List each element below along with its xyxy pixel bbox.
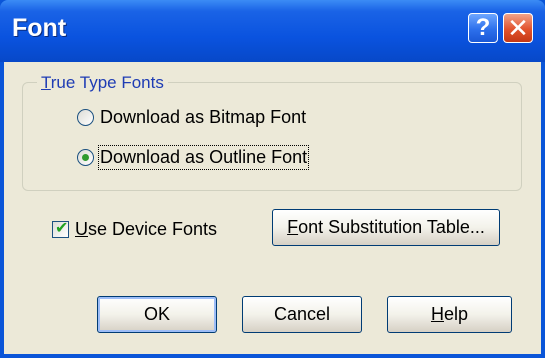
device-fonts-label-rest: se Device Fonts [88,219,218,239]
radio-bitmap-label: Download as Bitmap Font [100,107,307,127]
device-fonts-checkbox-box[interactable]: ✔ [52,220,69,238]
radio-bitmap-font[interactable]: Download as Bitmap Font [77,107,306,128]
help-mnemonic: H [430,304,444,324]
close-icon: ✕ [507,13,529,43]
device-fonts-mnemonic: U [75,219,88,239]
close-button[interactable]: ✕ [503,13,533,43]
use-device-fonts-checkbox[interactable]: ✔ Use Device Fonts [52,219,217,240]
font-dialog: Font ? ✕ True Type Fonts Download as Bit… [0,0,545,358]
substitution-label-rest: ont Substitution Table... [298,217,485,237]
legend-mnemonic: T [41,73,51,92]
font-substitution-table-button[interactable]: Font Substitution Table... [272,209,500,246]
checkmark-icon: ✔ [55,220,69,237]
help-button[interactable]: Help [387,296,512,333]
radio-outline-indicator[interactable] [77,149,94,166]
question-icon: ? [475,14,491,41]
radio-outline-label: Download as Outline Font [97,145,310,170]
title-bar[interactable]: Font ? ✕ [0,0,545,62]
dialog-body: True Type Fonts Download as Bitmap Font … [4,62,541,354]
help-label-rest: elp [443,304,469,324]
device-fonts-label: Use Device Fonts [75,219,217,240]
legend-rest: rue Type Fonts [50,73,164,92]
radio-outline-font[interactable]: Download as Outline Font [77,145,310,170]
true-type-fonts-group: True Type Fonts Download as Bitmap Font … [22,73,522,191]
substitution-mnemonic: F [287,217,299,237]
cancel-button[interactable]: Cancel [242,296,362,333]
group-legend: True Type Fonts [37,73,168,93]
ok-button[interactable]: OK [97,296,217,333]
dialog-title: Font [12,14,67,42]
radio-bitmap-indicator[interactable] [77,109,94,126]
help-title-button[interactable]: ? [468,13,498,43]
